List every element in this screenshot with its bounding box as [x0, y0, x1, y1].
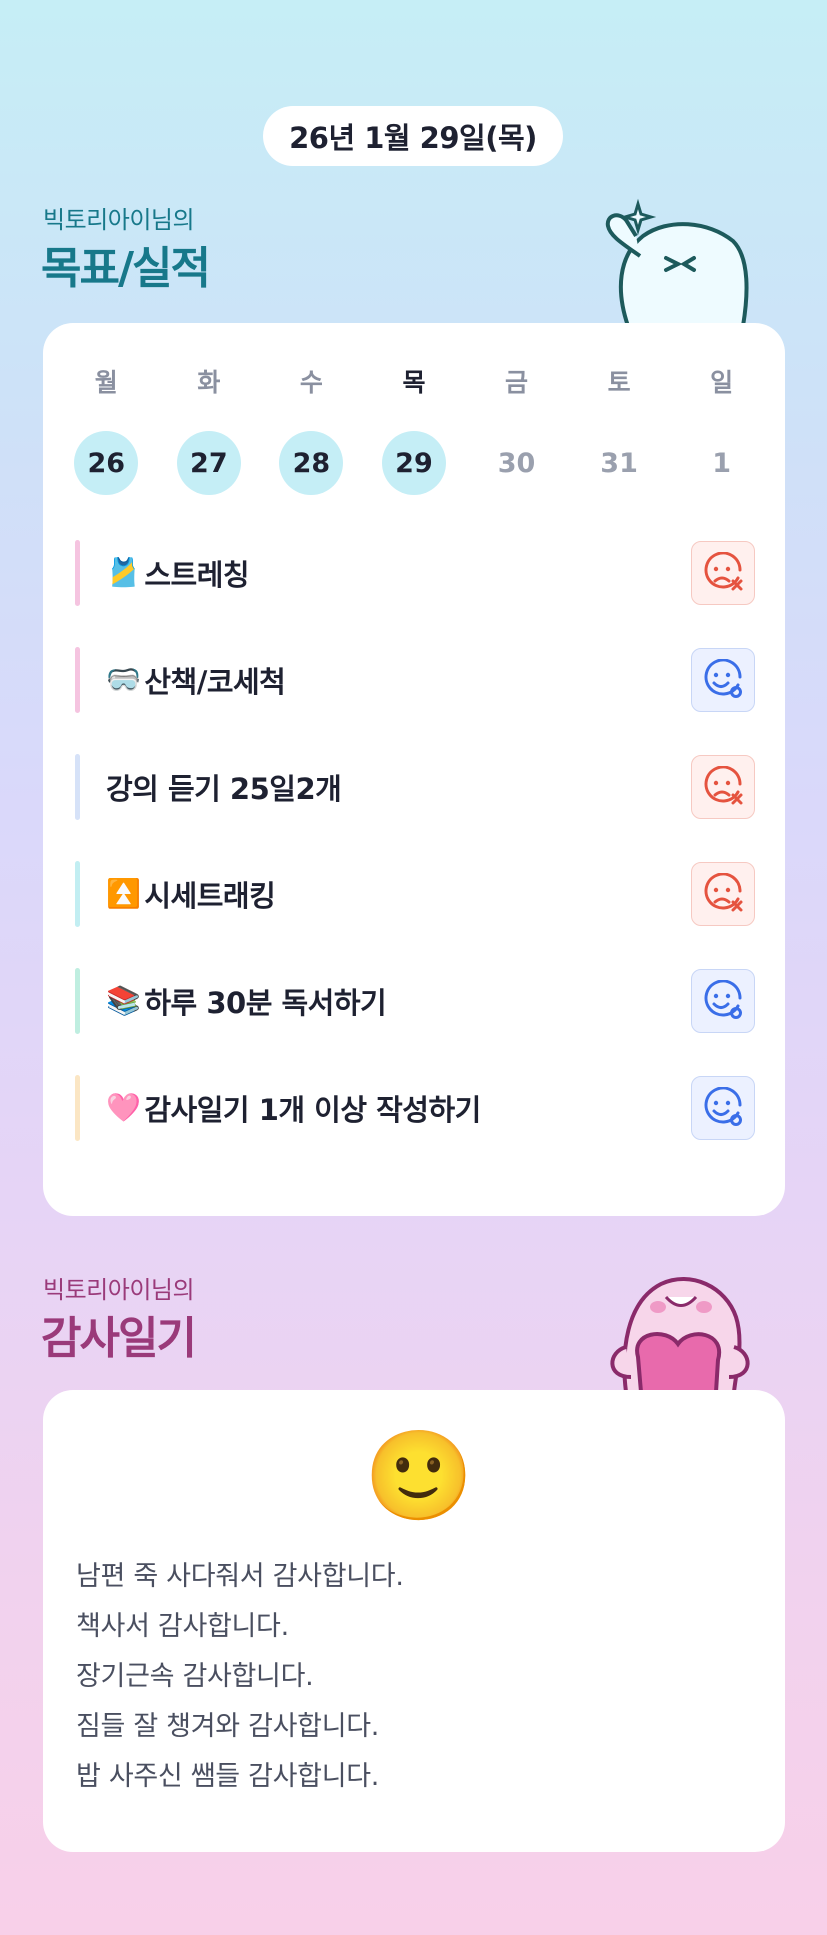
- goal-emoji: 🥽: [106, 663, 141, 696]
- goal-row: 강의 듣기 25일2개: [75, 754, 755, 820]
- goal-emoji: 📚: [106, 984, 141, 1017]
- date-pill: 26년 1월 29일(목): [263, 106, 563, 166]
- mascot-ghost-icon: [605, 198, 749, 326]
- date-circle[interactable]: 1: [690, 431, 754, 495]
- date-circle[interactable]: 28: [279, 431, 344, 495]
- weekday-label: 일: [710, 368, 734, 397]
- goal-color-bar: [75, 968, 80, 1034]
- goals-section-title: 목표/실적: [41, 243, 211, 294]
- goal-label: 강의 듣기 25일2개: [106, 772, 342, 806]
- weekday-label: 목: [402, 368, 426, 397]
- goal-row: 📚 하루 30분 독서하기: [75, 968, 755, 1034]
- weekday-label: 화: [197, 368, 221, 397]
- weekday-row: 월 화 수 목 금 토 일: [43, 363, 785, 399]
- goal-label: 감사일기 1개 이상 작성하기: [144, 1093, 481, 1127]
- smile-face-o-icon: [704, 1087, 742, 1126]
- smile-face-o-icon: [704, 980, 742, 1019]
- goal-emoji: ⏫: [106, 877, 141, 910]
- result-fail-button[interactable]: [691, 862, 755, 926]
- sad-face-x-icon: [704, 766, 743, 805]
- gratitude-line: 장기근속 감사합니다.: [76, 1661, 314, 1692]
- result-success-button[interactable]: [691, 1076, 755, 1140]
- date-circle[interactable]: 27: [176, 431, 241, 495]
- date-row: 26 27 28 29 30 31 1: [43, 431, 785, 495]
- goal-label: 하루 30분 독서하기: [144, 986, 387, 1020]
- gratitude-section-subtitle: 빅토리아이님의: [43, 1276, 195, 1304]
- goal-row: ⏫ 시세트래킹: [75, 861, 755, 927]
- goal-color-bar: [75, 754, 80, 820]
- goal-row: 🎽 스트레칭: [75, 540, 755, 606]
- sad-face-x-icon: [704, 873, 743, 912]
- date-circle[interactable]: 30: [485, 431, 549, 495]
- mascot-heart-icon: [610, 1277, 750, 1392]
- weekday-label: 금: [505, 368, 529, 397]
- goal-label: 산책/코세척: [144, 665, 286, 699]
- result-success-button[interactable]: [691, 969, 755, 1033]
- weekday-label: 토: [607, 368, 631, 397]
- sad-face-x-icon: [704, 552, 743, 591]
- mood-emoji-icon: 🙂: [364, 1424, 474, 1527]
- result-fail-button[interactable]: [691, 755, 755, 819]
- gratitude-line: 밥 사주신 쌤들 감사합니다.: [76, 1761, 380, 1792]
- gratitude-line: 남편 죽 사다줘서 감사합니다.: [76, 1561, 404, 1592]
- goal-emoji: 🎽: [106, 556, 141, 589]
- goal-emoji: 🩷: [106, 1091, 141, 1124]
- gratitude-card: 🙂 남편 죽 사다줘서 감사합니다. 책사서 감사합니다. 장기근속 감사합니다…: [43, 1390, 785, 1852]
- smile-face-o-icon: [704, 659, 742, 698]
- gratitude-section-title: 감사일기: [41, 1313, 197, 1364]
- result-fail-button[interactable]: [691, 541, 755, 605]
- weekday-label: 월: [94, 368, 118, 397]
- date-circle[interactable]: 31: [587, 431, 651, 495]
- goal-row: 🩷 감사일기 1개 이상 작성하기: [75, 1075, 755, 1141]
- goals-card: 월 화 수 목 금 토 일 26 27 28 29 30 31 1 🎽 스트레칭 …: [43, 323, 785, 1216]
- goal-color-bar: [75, 540, 80, 606]
- goals-section-subtitle: 빅토리아이님의: [43, 206, 195, 234]
- gratitude-line: 짐들 잘 챙겨와 감사합니다.: [76, 1711, 380, 1742]
- result-success-button[interactable]: [691, 648, 755, 712]
- date-circle[interactable]: 26: [74, 431, 139, 495]
- goal-color-bar: [75, 1075, 80, 1141]
- goal-label: 스트레칭: [144, 558, 250, 592]
- goal-row: 🥽 산책/코세척: [75, 647, 755, 713]
- date-circle-today[interactable]: 29: [381, 431, 446, 495]
- gratitude-entries: 남편 죽 사다줘서 감사합니다. 책사서 감사합니다. 장기근속 감사합니다. …: [76, 1552, 404, 1802]
- gratitude-line: 책사서 감사합니다.: [76, 1611, 289, 1642]
- goal-color-bar: [75, 647, 80, 713]
- goal-color-bar: [75, 861, 80, 927]
- weekday-label: 수: [299, 368, 323, 397]
- goal-label: 시세트래킹: [144, 879, 276, 913]
